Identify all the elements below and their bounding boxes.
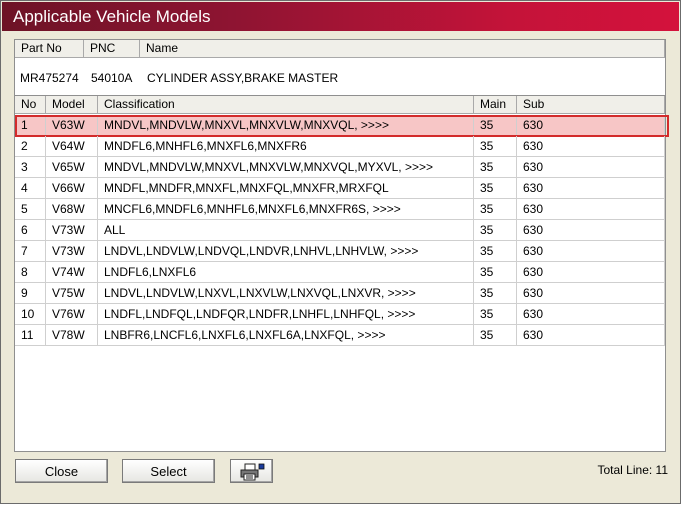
cell-classification: ALL bbox=[98, 220, 474, 241]
cell-no: 10 bbox=[15, 304, 46, 325]
cell-model: V78W bbox=[46, 325, 98, 346]
cell-sub: 630 bbox=[517, 241, 665, 262]
table-row[interactable]: 6 V73W ALL 35 630 bbox=[15, 220, 665, 241]
cell-model: V74W bbox=[46, 262, 98, 283]
cell-no: 7 bbox=[15, 241, 46, 262]
column-header-no[interactable]: No bbox=[15, 96, 46, 114]
cell-main: 35 bbox=[474, 115, 517, 136]
cell-no: 6 bbox=[15, 220, 46, 241]
table-row[interactable]: 9 V75W LNDVL,LNDVLW,LNXVL,LNXVLW,LNXVQL,LN… bbox=[15, 283, 665, 304]
cell-no: 8 bbox=[15, 262, 46, 283]
cell-model: V76W bbox=[46, 304, 98, 325]
cell-no: 4 bbox=[15, 178, 46, 199]
cell-no: 9 bbox=[15, 283, 46, 304]
window-title: Applicable Vehicle Models bbox=[2, 2, 679, 31]
table-row[interactable]: 7 V73W LNDVL,LNDVLW,LNDVQL,LNDVR,LNHVL,LNH… bbox=[15, 241, 665, 262]
cell-model: V68W bbox=[46, 199, 98, 220]
cell-sub: 630 bbox=[517, 115, 665, 136]
cell-classification: LNDFL,LNDFQL,LNDFQR,LNDFR,LNHFL,LNHFQL, … bbox=[98, 304, 474, 325]
cell-sub: 630 bbox=[517, 325, 665, 346]
cell-main: 35 bbox=[474, 199, 517, 220]
header-pnc: PNC bbox=[84, 40, 140, 58]
table-row[interactable]: 2 V64W MNDFL6,MNHFL6,MNXFL6,MNXFR6 35 630 bbox=[15, 136, 665, 157]
cell-classification: MNDVL,MNDVLW,MNXVL,MNXVLW,MNXVQL, >>>> bbox=[98, 115, 474, 136]
table-row[interactable]: 5 V68W MNCFL6,MNDFL6,MNHFL6,MNXFL6,MNXFR6S… bbox=[15, 199, 665, 220]
table-row[interactable]: 3 V65W MNDVL,MNDVLW,MNXVL,MNXVLW,MNXVQL,MY… bbox=[15, 157, 665, 178]
cell-classification: MNDVL,MNDVLW,MNXVL,MNXVLW,MNXVQL,MYXVL, … bbox=[98, 157, 474, 178]
cell-classification: LNBFR6,LNCFL6,LNXFL6,LNXFL6A,LNXFQL, >>>… bbox=[98, 325, 474, 346]
cell-model: V73W bbox=[46, 241, 98, 262]
cell-sub: 630 bbox=[517, 199, 665, 220]
cell-main: 35 bbox=[474, 157, 517, 178]
cell-sub: 630 bbox=[517, 136, 665, 157]
close-button[interactable]: Close bbox=[15, 459, 108, 483]
cell-model: V75W bbox=[46, 283, 98, 304]
cell-sub: 630 bbox=[517, 178, 665, 199]
cell-sub: 630 bbox=[517, 220, 665, 241]
cell-main: 35 bbox=[474, 325, 517, 346]
part-no-value: MR475274 bbox=[20, 71, 79, 85]
table-row[interactable]: 4 V66W MNDFL,MNDFR,MNXFL,MNXFQL,MNXFR,MRXF… bbox=[15, 178, 665, 199]
cell-classification: MNCFL6,MNDFL6,MNHFL6,MNXFL6,MNXFR6S, >>>… bbox=[98, 199, 474, 220]
cell-sub: 630 bbox=[517, 262, 665, 283]
table-row[interactable]: 11 V78W LNBFR6,LNCFL6,LNXFL6,LNXFL6A,LNXFQ… bbox=[15, 325, 665, 346]
cell-model: V65W bbox=[46, 157, 98, 178]
cell-model: V73W bbox=[46, 220, 98, 241]
dialog-client: Part No PNC Name MR475274 54010A CYLINDE… bbox=[4, 32, 677, 502]
part-info-panel: Part No PNC Name MR475274 54010A CYLINDE… bbox=[14, 39, 666, 97]
vehicle-models-table: No Model Classification Main Sub 1 V63W MN… bbox=[14, 95, 669, 452]
cell-no: 3 bbox=[15, 157, 46, 178]
cell-main: 35 bbox=[474, 304, 517, 325]
column-header-sub[interactable]: Sub bbox=[517, 96, 665, 114]
column-header-classification[interactable]: Classification bbox=[98, 96, 474, 114]
cell-model: V66W bbox=[46, 178, 98, 199]
cell-main: 35 bbox=[474, 262, 517, 283]
table-row[interactable]: 1 V63W MNDVL,MNDVLW,MNXVL,MNXVLW,MNXVQL, >… bbox=[15, 115, 669, 137]
cell-classification: MNDFL6,MNHFL6,MNXFL6,MNXFR6 bbox=[98, 136, 474, 157]
cell-no: 5 bbox=[15, 199, 46, 220]
cell-main: 35 bbox=[474, 136, 517, 157]
table-row[interactable]: 8 V74W LNDFL6,LNXFL6 35 630 bbox=[15, 262, 665, 283]
name-value: CYLINDER ASSY,BRAKE MASTER bbox=[147, 71, 339, 85]
cell-sub: 630 bbox=[517, 157, 665, 178]
printer-icon bbox=[240, 463, 264, 481]
cell-classification: LNDFL6,LNXFL6 bbox=[98, 262, 474, 283]
cell-sub: 630 bbox=[517, 304, 665, 325]
dialog-window: Applicable Vehicle Models Part No PNC Na… bbox=[0, 0, 681, 504]
header-part-no: Part No bbox=[15, 40, 84, 58]
column-header-main[interactable]: Main bbox=[474, 96, 517, 114]
pnc-value: 54010A bbox=[91, 71, 133, 85]
total-line-label: Total Line: 11 bbox=[597, 463, 669, 477]
select-button[interactable]: Select bbox=[122, 459, 215, 483]
cell-no: 2 bbox=[15, 136, 46, 157]
cell-main: 35 bbox=[474, 283, 517, 304]
cell-no: 11 bbox=[15, 325, 46, 346]
cell-model: V63W bbox=[46, 115, 98, 136]
cell-model: V64W bbox=[46, 136, 98, 157]
cell-main: 35 bbox=[474, 220, 517, 241]
print-button[interactable] bbox=[230, 459, 273, 483]
cell-main: 35 bbox=[474, 178, 517, 199]
cell-sub: 630 bbox=[517, 283, 665, 304]
cell-classification: MNDFL,MNDFR,MNXFL,MNXFQL,MNXFR,MRXFQL bbox=[98, 178, 474, 199]
cell-classification: LNDVL,LNDVLW,LNDVQL,LNDVR,LNHVL,LNHVLW, … bbox=[98, 241, 474, 262]
cell-main: 35 bbox=[474, 241, 517, 262]
cell-classification: LNDVL,LNDVLW,LNXVL,LNXVLW,LNXVQL,LNXVR, … bbox=[98, 283, 474, 304]
table-row[interactable]: 10 V76W LNDFL,LNDFQL,LNDFQR,LNDFR,LNHFL,LN… bbox=[15, 304, 665, 325]
cell-no: 1 bbox=[15, 115, 46, 136]
column-header-model[interactable]: Model bbox=[46, 96, 98, 114]
header-name: Name bbox=[140, 40, 665, 58]
